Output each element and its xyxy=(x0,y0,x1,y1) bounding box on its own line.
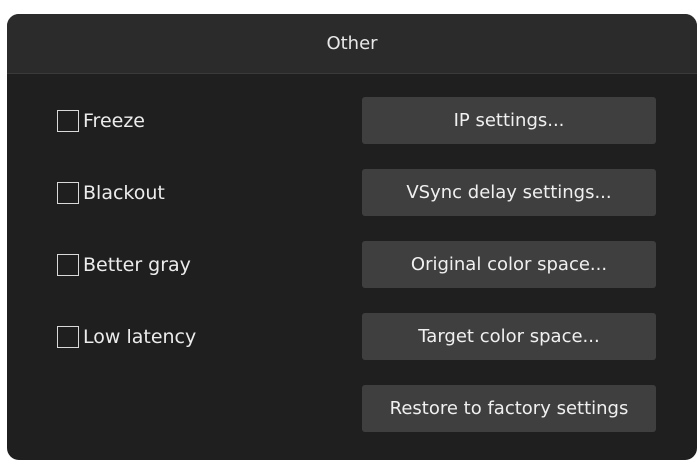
checkbox-label: Blackout xyxy=(83,182,165,204)
checkbox-label: Freeze xyxy=(83,110,145,132)
checkbox-box[interactable] xyxy=(57,326,79,348)
checkbox-box[interactable] xyxy=(57,110,79,132)
vsync-delay-settings-button[interactable]: VSync delay settings... xyxy=(362,169,656,216)
button-label: Original color space... xyxy=(410,254,608,275)
ip-settings-button[interactable]: IP settings... xyxy=(362,97,656,144)
checkbox-box[interactable] xyxy=(57,254,79,276)
other-settings-panel: Other Freeze Blackout Better gray Low la… xyxy=(7,14,697,460)
button-label: Target color space... xyxy=(418,326,600,347)
button-label: IP settings... xyxy=(453,110,565,131)
checkbox-box[interactable] xyxy=(57,182,79,204)
freeze-checkbox[interactable]: Freeze xyxy=(57,110,145,132)
button-label: VSync delay settings... xyxy=(406,182,612,203)
checkbox-label: Low latency xyxy=(83,326,197,348)
original-color-space-button[interactable]: Original color space... xyxy=(362,241,656,288)
blackout-checkbox[interactable]: Blackout xyxy=(57,182,165,204)
better-gray-checkbox[interactable]: Better gray xyxy=(57,254,191,276)
checkbox-label: Better gray xyxy=(83,254,191,276)
panel-title: Other xyxy=(326,33,378,54)
button-label: Restore to factory settings xyxy=(389,398,629,419)
panel-header: Other xyxy=(7,14,697,74)
target-color-space-button[interactable]: Target color space... xyxy=(362,313,656,360)
low-latency-checkbox[interactable]: Low latency xyxy=(57,326,196,348)
restore-factory-settings-button[interactable]: Restore to factory settings xyxy=(362,385,656,432)
